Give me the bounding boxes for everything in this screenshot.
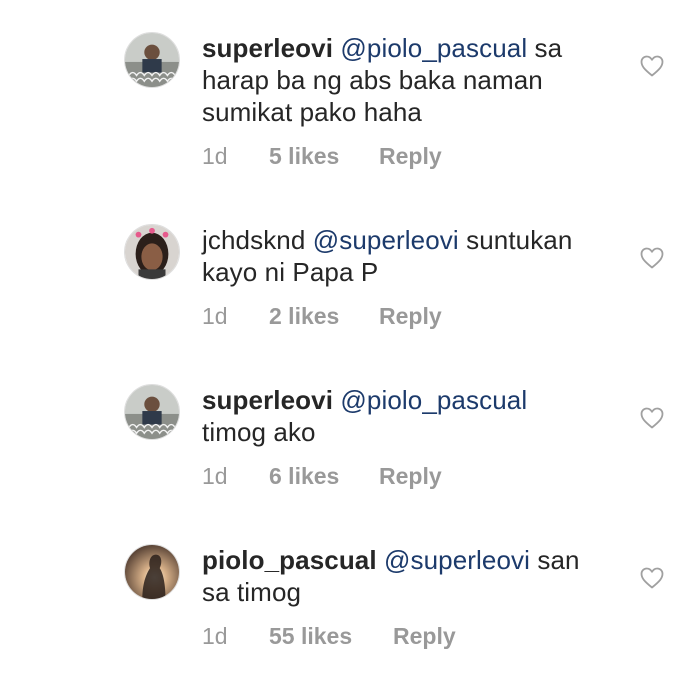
comment-text: superleovi @piolo_pascual timog ako [202,384,612,448]
heart-outline-icon[interactable] [640,55,664,77]
comment-text-line1: suntukan [466,225,573,255]
comment-text-rest: kayo ni Papa P [202,257,379,287]
heart-outline-icon[interactable] [640,247,664,269]
mention-link[interactable]: @superleovi [313,225,459,255]
heart-outline-icon[interactable] [640,567,664,589]
comment-thread: superleovi @piolo_pascual sa harap ba ng… [0,0,690,688]
avatar-photo [125,545,179,599]
comment-text: jchdsknd @superleovi suntukan kayo ni Pa… [202,224,612,288]
avatar[interactable] [124,384,180,440]
comment-username[interactable]: piolo_pascual [202,545,377,575]
avatar-photo [125,33,179,87]
comment-time: 1d [202,623,228,649]
reply-button[interactable]: Reply [379,461,442,491]
mention-link[interactable]: @superleovi [384,545,530,575]
avatar[interactable] [124,544,180,600]
likes-count[interactable]: 6 likes [269,461,339,491]
comment-time: 1d [202,143,228,169]
reply-button[interactable]: Reply [379,141,442,171]
comment-text-rest: harap ba ng abs baka naman sumikat pako … [202,65,543,127]
comment-username[interactable]: superleovi [202,385,333,415]
avatar[interactable] [124,32,180,88]
heart-outline-icon[interactable] [640,407,664,429]
comment-time: 1d [202,303,228,329]
mention-link[interactable]: @piolo_pascual [340,385,527,415]
reply-button[interactable]: Reply [393,621,456,651]
comment-text-line1: sa [534,33,563,63]
comment-text-rest: timog ako [202,417,316,447]
avatar-photo [125,385,179,439]
comment-username[interactable]: superleovi [202,33,333,63]
likes-count[interactable]: 5 likes [269,141,339,171]
likes-count[interactable]: 2 likes [269,301,339,331]
comment-username[interactable]: jchdsknd [202,225,305,255]
comment-text-rest: sa timog [202,577,302,607]
comment-text: superleovi @piolo_pascual sa harap ba ng… [202,32,612,128]
mention-link[interactable]: @piolo_pascual [340,33,527,63]
likes-count[interactable]: 55 likes [269,621,352,651]
reply-button[interactable]: Reply [379,301,442,331]
avatar[interactable] [124,224,180,280]
avatar-photo [125,225,179,279]
comment-text: piolo_pascual @superleovi san sa timog [202,544,612,608]
comment-time: 1d [202,463,228,489]
comment-text-line1: san [537,545,580,575]
